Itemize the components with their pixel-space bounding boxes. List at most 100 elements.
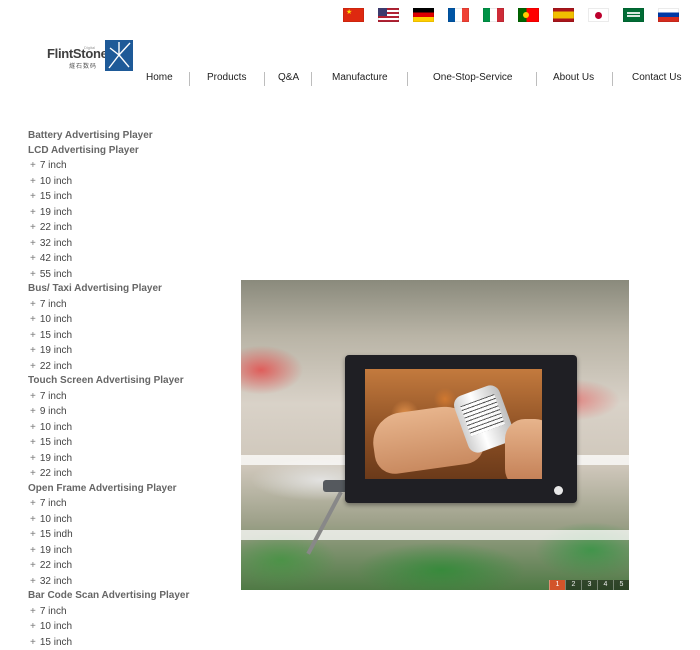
sidebar-category[interactable]: Bar Code Scan Advertising Player [28,589,218,604]
nav-contact-us[interactable]: Contact Us [632,72,681,83]
slide-page-button[interactable]: 5 [613,580,629,590]
plus-icon: + [30,298,36,310]
sidebar-item[interactable]: +19 inch [28,343,218,359]
saudi-arabia-flag-icon[interactable] [623,8,644,22]
sidebar-item-label: 7 inch [39,298,67,310]
nav-separator [311,72,312,86]
sidebar-item[interactable]: +7 inch [28,158,218,174]
sidebar-category[interactable]: LCD Advertising Player [28,144,218,159]
sidebar-item-label: 19 inch [39,206,73,218]
plus-icon: + [30,544,36,556]
russia-flag-icon[interactable] [658,8,679,22]
germany-flag-icon[interactable] [413,8,434,22]
plus-icon: + [30,529,36,540]
plus-icon: + [30,160,36,171]
italy-flag-icon[interactable] [483,8,504,22]
plus-icon: + [30,452,36,464]
sidebar-item-label: 15 inch [39,636,73,648]
sidebar-item[interactable]: +42 inch [28,251,218,267]
sidebar-item-label: 22 inch [39,360,73,372]
logo-text: FlintStone [47,46,108,61]
sidebar-item-label: 10 inch [39,513,73,525]
device-button [554,486,563,495]
sidebar-item-label: 15 indh [39,529,73,540]
plus-icon: + [30,406,36,417]
sidebar-item[interactable]: +22 inch [28,558,218,574]
sidebar-item-label: 15 inch [39,329,73,341]
sidebar-item-label: 7 inch [39,498,67,509]
sidebar-item[interactable]: +10 inch [28,512,218,528]
plus-icon: + [30,329,36,341]
sidebar-item-label: 22 inch [39,468,73,479]
sidebar-item[interactable]: +10 inch [28,619,218,635]
sidebar-item[interactable]: +19 inch [28,205,218,221]
sidebar-item[interactable]: +19 inch [28,451,218,467]
sidebar-item[interactable]: +10 inch [28,420,218,436]
sidebar-item[interactable]: +15 inch [28,328,218,344]
plus-icon: + [30,560,36,571]
sidebar-item-label: 7 inch [39,605,67,617]
japan-flag-icon[interactable] [588,8,609,22]
slide-page-button[interactable]: 4 [597,580,613,590]
spain-flag-icon[interactable] [553,8,574,22]
slide-pager: 12345 [549,580,629,590]
sidebar-category[interactable]: Touch Screen Advertising Player [28,374,218,389]
sidebar-item[interactable]: +7 inch [28,297,218,313]
plus-icon: + [30,237,36,249]
sidebar-item[interactable]: +10 inch [28,174,218,190]
sidebar-item[interactable]: +15 inch [28,189,218,205]
nav-about-us[interactable]: About Us [553,72,594,83]
logo-tag: Digital [84,45,96,50]
sidebar-item[interactable]: +22 inch [28,220,218,236]
plus-icon: + [30,345,36,356]
sidebar-item[interactable]: +19 inch [28,543,218,559]
slide-page-button[interactable]: 2 [565,580,581,590]
nav-products[interactable]: Products [207,72,246,83]
usa-flag-icon[interactable] [378,8,399,22]
sidebar-item[interactable]: +15 inch [28,435,218,451]
plus-icon: + [30,268,36,280]
nav-one-stop-service[interactable]: One-Stop-Service [433,72,512,83]
sidebar-item-label: 22 inch [39,222,73,233]
sidebar-item-label: 22 inch [39,560,73,571]
china-flag-icon[interactable] [343,8,364,22]
nav-home[interactable]: Home [146,72,173,83]
sidebar-item[interactable]: +9 inch [28,404,218,420]
plus-icon: + [30,253,36,264]
nav-separator [264,72,265,86]
hand-image [505,419,542,479]
slide-page-button[interactable]: 1 [549,580,565,590]
sidebar-item[interactable]: +7 inch [28,604,218,620]
product-sidebar: Battery Advertising Player LCD Advertisin… [28,129,218,650]
sidebar-item[interactable]: +15 inch [28,635,218,650]
sidebar-item[interactable]: +15 indh [28,527,218,543]
sidebar-category[interactable]: Battery Advertising Player [28,129,218,144]
shelf-edge [241,530,629,540]
main-nav: Home Products Q&A Manufacture One-Stop-S… [0,72,700,86]
slide-page-button[interactable]: 3 [581,580,597,590]
sidebar-item[interactable]: +7 inch [28,389,218,405]
sidebar-item[interactable]: +55 inch [28,267,218,283]
nav-manufacture[interactable]: Manufacture [332,72,388,83]
sidebar-item[interactable]: +10 inch [28,312,218,328]
nav-separator [189,72,190,86]
sidebar-item-label: 42 inch [39,253,73,264]
hero-banner[interactable]: 12345 [241,280,629,590]
sidebar-item-label: 10 inch [39,421,73,433]
plus-icon: + [30,175,36,187]
portugal-flag-icon[interactable] [518,8,539,22]
nav-separator [536,72,537,86]
sidebar-category[interactable]: Open Frame Advertising Player [28,482,218,497]
plus-icon: + [30,636,36,648]
plus-icon: + [30,191,36,202]
sidebar-item[interactable]: +7 inch [28,496,218,512]
sidebar-item[interactable]: +32 inch [28,574,218,590]
sidebar-category[interactable]: Bus/ Taxi Advertising Player [28,282,218,297]
france-flag-icon[interactable] [448,8,469,22]
site-logo[interactable]: FlintStone Digital 燧石数码 [47,40,137,74]
sidebar-item[interactable]: +32 inch [28,236,218,252]
plus-icon: + [30,421,36,433]
sidebar-item[interactable]: +22 inch [28,466,218,482]
nav-qa[interactable]: Q&A [278,72,299,83]
sidebar-item[interactable]: +22 inch [28,359,218,375]
